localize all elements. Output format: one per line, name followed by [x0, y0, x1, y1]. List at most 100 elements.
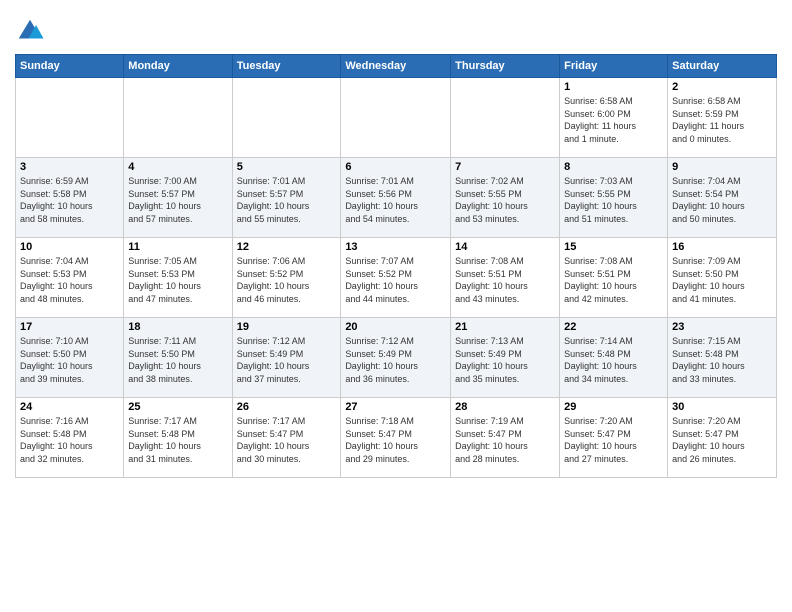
day-info: Sunrise: 7:08 AM Sunset: 5:51 PM Dayligh…: [564, 255, 663, 305]
calendar-cell: 28 Sunrise: 7:19 AM Sunset: 5:47 PM Dayli…: [451, 398, 560, 478]
logo: [15, 16, 49, 46]
day-info: Sunrise: 7:03 AM Sunset: 5:55 PM Dayligh…: [564, 175, 663, 225]
weekday-header: Monday: [124, 55, 232, 78]
day-number: 26: [237, 401, 337, 413]
logo-icon: [15, 16, 45, 46]
day-info: Sunrise: 7:16 AM Sunset: 5:48 PM Dayligh…: [20, 415, 119, 465]
day-info: Sunrise: 7:09 AM Sunset: 5:50 PM Dayligh…: [672, 255, 772, 305]
day-number: 23: [672, 321, 772, 333]
calendar-cell: 23 Sunrise: 7:15 AM Sunset: 5:48 PM Dayli…: [668, 318, 777, 398]
calendar-cell: 6 Sunrise: 7:01 AM Sunset: 5:56 PM Daylig…: [341, 158, 451, 238]
day-number: 10: [20, 241, 119, 253]
day-number: 6: [345, 161, 446, 173]
day-info: Sunrise: 7:04 AM Sunset: 5:53 PM Dayligh…: [20, 255, 119, 305]
day-info: Sunrise: 7:19 AM Sunset: 5:47 PM Dayligh…: [455, 415, 555, 465]
day-number: 3: [20, 161, 119, 173]
calendar-cell: 7 Sunrise: 7:02 AM Sunset: 5:55 PM Daylig…: [451, 158, 560, 238]
calendar-cell: 16 Sunrise: 7:09 AM Sunset: 5:50 PM Dayli…: [668, 238, 777, 318]
day-info: Sunrise: 7:17 AM Sunset: 5:48 PM Dayligh…: [128, 415, 227, 465]
day-info: Sunrise: 7:18 AM Sunset: 5:47 PM Dayligh…: [345, 415, 446, 465]
day-info: Sunrise: 7:02 AM Sunset: 5:55 PM Dayligh…: [455, 175, 555, 225]
day-number: 17: [20, 321, 119, 333]
day-info: Sunrise: 6:59 AM Sunset: 5:58 PM Dayligh…: [20, 175, 119, 225]
day-number: 7: [455, 161, 555, 173]
day-info: Sunrise: 7:20 AM Sunset: 5:47 PM Dayligh…: [564, 415, 663, 465]
day-number: 29: [564, 401, 663, 413]
day-number: 22: [564, 321, 663, 333]
calendar-cell: 19 Sunrise: 7:12 AM Sunset: 5:49 PM Dayli…: [232, 318, 341, 398]
day-info: Sunrise: 7:17 AM Sunset: 5:47 PM Dayligh…: [237, 415, 337, 465]
day-number: 14: [455, 241, 555, 253]
day-info: Sunrise: 6:58 AM Sunset: 6:00 PM Dayligh…: [564, 95, 663, 145]
day-number: 16: [672, 241, 772, 253]
day-number: 24: [20, 401, 119, 413]
day-number: 15: [564, 241, 663, 253]
day-number: 9: [672, 161, 772, 173]
calendar-cell: [451, 78, 560, 158]
calendar-cell: [232, 78, 341, 158]
calendar-cell: 11 Sunrise: 7:05 AM Sunset: 5:53 PM Dayli…: [124, 238, 232, 318]
day-number: 2: [672, 81, 772, 93]
weekday-header: Wednesday: [341, 55, 451, 78]
calendar-cell: 14 Sunrise: 7:08 AM Sunset: 5:51 PM Dayli…: [451, 238, 560, 318]
day-info: Sunrise: 7:20 AM Sunset: 5:47 PM Dayligh…: [672, 415, 772, 465]
day-number: 8: [564, 161, 663, 173]
day-info: Sunrise: 7:13 AM Sunset: 5:49 PM Dayligh…: [455, 335, 555, 385]
calendar-cell: 10 Sunrise: 7:04 AM Sunset: 5:53 PM Dayli…: [16, 238, 124, 318]
day-info: Sunrise: 7:05 AM Sunset: 5:53 PM Dayligh…: [128, 255, 227, 305]
day-info: Sunrise: 7:14 AM Sunset: 5:48 PM Dayligh…: [564, 335, 663, 385]
calendar-cell: 26 Sunrise: 7:17 AM Sunset: 5:47 PM Dayli…: [232, 398, 341, 478]
calendar-cell: 15 Sunrise: 7:08 AM Sunset: 5:51 PM Dayli…: [560, 238, 668, 318]
day-info: Sunrise: 7:11 AM Sunset: 5:50 PM Dayligh…: [128, 335, 227, 385]
page-container: SundayMondayTuesdayWednesdayThursdayFrid…: [0, 0, 792, 488]
weekday-header: Sunday: [16, 55, 124, 78]
calendar-week-row: 1 Sunrise: 6:58 AM Sunset: 6:00 PM Daylig…: [16, 78, 777, 158]
calendar-cell: 17 Sunrise: 7:10 AM Sunset: 5:50 PM Dayli…: [16, 318, 124, 398]
calendar-week-row: 3 Sunrise: 6:59 AM Sunset: 5:58 PM Daylig…: [16, 158, 777, 238]
day-info: Sunrise: 7:15 AM Sunset: 5:48 PM Dayligh…: [672, 335, 772, 385]
weekday-header: Friday: [560, 55, 668, 78]
day-number: 18: [128, 321, 227, 333]
day-info: Sunrise: 7:10 AM Sunset: 5:50 PM Dayligh…: [20, 335, 119, 385]
day-number: 12: [237, 241, 337, 253]
day-info: Sunrise: 7:01 AM Sunset: 5:57 PM Dayligh…: [237, 175, 337, 225]
day-number: 19: [237, 321, 337, 333]
calendar-cell: 27 Sunrise: 7:18 AM Sunset: 5:47 PM Dayli…: [341, 398, 451, 478]
day-number: 1: [564, 81, 663, 93]
calendar-cell: 4 Sunrise: 7:00 AM Sunset: 5:57 PM Daylig…: [124, 158, 232, 238]
day-info: Sunrise: 7:12 AM Sunset: 5:49 PM Dayligh…: [237, 335, 337, 385]
day-number: 28: [455, 401, 555, 413]
calendar-cell: 1 Sunrise: 6:58 AM Sunset: 6:00 PM Daylig…: [560, 78, 668, 158]
day-number: 30: [672, 401, 772, 413]
day-number: 13: [345, 241, 446, 253]
day-info: Sunrise: 7:04 AM Sunset: 5:54 PM Dayligh…: [672, 175, 772, 225]
calendar-cell: 9 Sunrise: 7:04 AM Sunset: 5:54 PM Daylig…: [668, 158, 777, 238]
day-number: 20: [345, 321, 446, 333]
weekday-header: Tuesday: [232, 55, 341, 78]
day-number: 11: [128, 241, 227, 253]
day-info: Sunrise: 7:00 AM Sunset: 5:57 PM Dayligh…: [128, 175, 227, 225]
calendar-cell: 30 Sunrise: 7:20 AM Sunset: 5:47 PM Dayli…: [668, 398, 777, 478]
calendar-table: SundayMondayTuesdayWednesdayThursdayFrid…: [15, 54, 777, 478]
day-info: Sunrise: 7:01 AM Sunset: 5:56 PM Dayligh…: [345, 175, 446, 225]
day-info: Sunrise: 7:12 AM Sunset: 5:49 PM Dayligh…: [345, 335, 446, 385]
day-number: 4: [128, 161, 227, 173]
calendar-cell: 3 Sunrise: 6:59 AM Sunset: 5:58 PM Daylig…: [16, 158, 124, 238]
calendar-cell: 18 Sunrise: 7:11 AM Sunset: 5:50 PM Dayli…: [124, 318, 232, 398]
calendar-cell: 8 Sunrise: 7:03 AM Sunset: 5:55 PM Daylig…: [560, 158, 668, 238]
calendar-cell: 12Sunrise: 7:06 AM Sunset: 5:52 PM Dayli…: [232, 238, 341, 318]
calendar-cell: [124, 78, 232, 158]
calendar-cell: 24 Sunrise: 7:16 AM Sunset: 5:48 PM Dayli…: [16, 398, 124, 478]
day-number: 27: [345, 401, 446, 413]
calendar-cell: 21 Sunrise: 7:13 AM Sunset: 5:49 PM Dayli…: [451, 318, 560, 398]
day-info: Sunrise: 7:08 AM Sunset: 5:51 PM Dayligh…: [455, 255, 555, 305]
calendar-cell: 22 Sunrise: 7:14 AM Sunset: 5:48 PM Dayli…: [560, 318, 668, 398]
calendar-cell: 25 Sunrise: 7:17 AM Sunset: 5:48 PM Dayli…: [124, 398, 232, 478]
day-number: 25: [128, 401, 227, 413]
calendar-cell: 20 Sunrise: 7:12 AM Sunset: 5:49 PM Dayli…: [341, 318, 451, 398]
calendar-cell: 29 Sunrise: 7:20 AM Sunset: 5:47 PM Dayli…: [560, 398, 668, 478]
calendar-week-row: 24 Sunrise: 7:16 AM Sunset: 5:48 PM Dayli…: [16, 398, 777, 478]
calendar-cell: 13Sunrise: 7:07 AM Sunset: 5:52 PM Dayli…: [341, 238, 451, 318]
day-number: 21: [455, 321, 555, 333]
calendar-week-row: 10 Sunrise: 7:04 AM Sunset: 5:53 PM Dayli…: [16, 238, 777, 318]
